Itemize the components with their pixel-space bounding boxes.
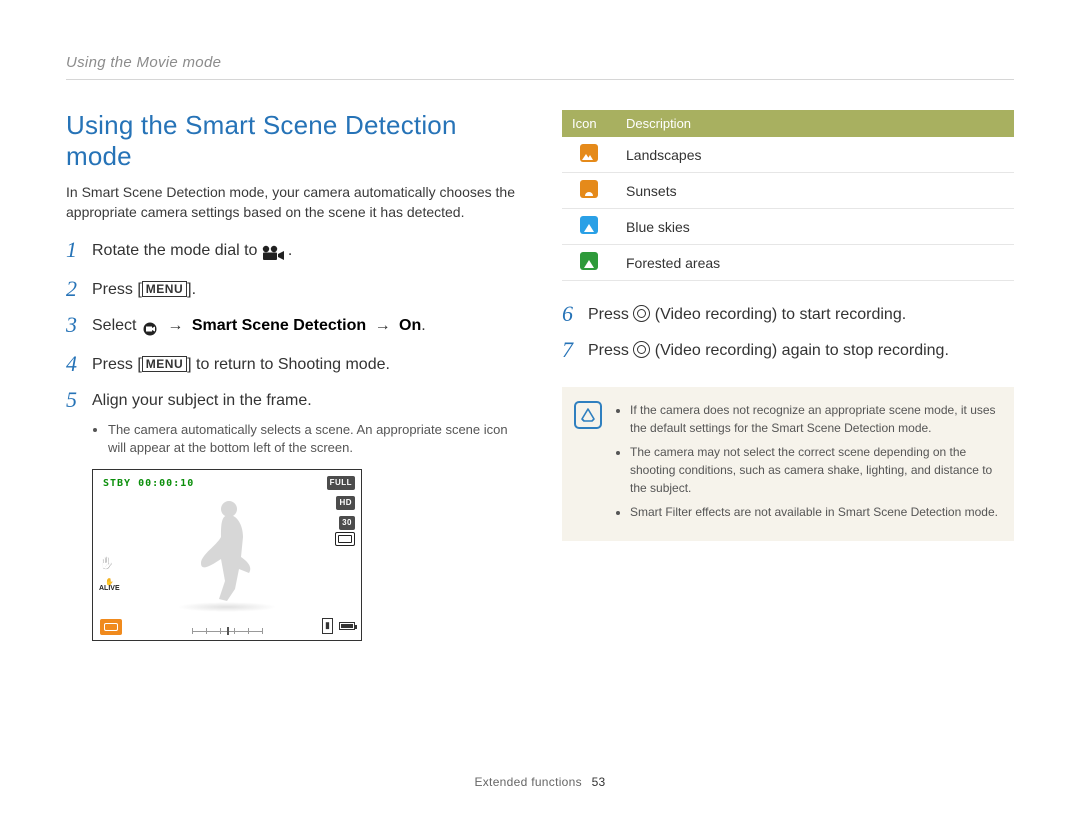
note-3: Smart Filter effects are not available i… [630,503,1000,521]
note-1: If the camera does not recognize an appr… [630,401,1000,437]
arrow-2: → [375,317,391,334]
scene-icon-table: Icon Description Landscapes Sunsets [562,110,1014,281]
preview-battery-icon [339,622,355,630]
table-desc: Sunsets [616,173,1014,209]
table-desc: Forested areas [616,245,1014,281]
record-button-icon [633,341,650,358]
step-2-text-a: Press [ [92,281,142,298]
left-column: Using the Smart Scene Detection mode In … [66,110,518,653]
menu-button-label-2: MENU [142,356,187,372]
table-row: Landscapes [562,137,1014,173]
step-1-text-a: Rotate the mode dial to [92,242,262,259]
steps-left: Rotate the mode dial to . Press [MENU]. … [66,239,518,641]
table-row: Sunsets [562,173,1014,209]
step-7-text-b: (Video recording) again to stop recordin… [650,342,949,359]
step-3-bold-ssd: Smart Scene Detection [192,317,366,334]
preview-exposure-bar [192,628,262,634]
note-icon [574,401,602,429]
arrow-1: → [167,317,183,334]
step-4: Press [MENU] to return to Shooting mode. [66,353,518,377]
movie-settings-icon [141,317,159,341]
step-5-text: Align your subject in the frame. [92,392,312,409]
preview-scene-icon [99,618,123,636]
movie-mode-icon [262,242,288,266]
footer-page-number: 53 [592,775,606,789]
step-5: Align your subject in the frame. The cam… [66,389,518,641]
forest-icon [580,252,598,270]
table-header-desc: Description [616,110,1014,137]
preview-stabilizer-icon [99,554,120,572]
table-desc: Blue skies [616,209,1014,245]
note-2: The camera may not select the correct sc… [630,443,1000,497]
step-4-text-a: Press [ [92,356,142,373]
note-box: If the camera does not recognize an appr… [562,387,1014,541]
page-title: Using the Smart Scene Detection mode [66,110,518,172]
step-7-text-a: Press [588,342,633,359]
sunset-icon [580,180,598,198]
step-6-text-b: (Video recording) to start recording. [650,306,906,323]
table-desc: Landscapes [616,137,1014,173]
preview-right-icons: FULL HD 30 [327,476,355,530]
landscape-icon [580,144,598,162]
preview-alive-icon: ✋ALIVE [99,580,120,591]
preview-card-icon: ▮ [322,618,333,634]
footer-section: Extended functions [474,775,581,789]
preview-subject-silhouette [187,497,267,607]
step-2-text-b: ]. [187,281,196,298]
preview-fps-icon: 30 [339,516,355,530]
camera-preview: STBY 00:00:10 FULL HD 30 ✋ALIVE [92,469,362,641]
step-2: Press [MENU]. [66,278,518,302]
preview-focus-frame-icon [335,532,355,546]
step-7: Press (Video recording) again to stop re… [562,339,1014,363]
intro-paragraph: In Smart Scene Detection mode, your came… [66,182,518,223]
preview-full-icon: FULL [327,476,355,490]
step-6: Press (Video recording) to start recordi… [562,303,1014,327]
preview-hd-icon: HD [336,496,355,510]
breadcrumb: Using the Movie mode [66,54,1014,80]
table-row: Forested areas [562,245,1014,281]
preview-shadow [177,602,277,612]
menu-button-label: MENU [142,281,187,297]
page-footer: Extended functions 53 [0,775,1080,789]
table-row: Blue skies [562,209,1014,245]
step-3-end: . [421,317,425,334]
step-1: Rotate the mode dial to . [66,239,518,266]
step-1-text-b: . [288,242,292,259]
table-header-icon: Icon [562,110,616,137]
steps-right: Press (Video recording) to start recordi… [562,303,1014,363]
right-column: Icon Description Landscapes Sunsets [562,110,1014,653]
step-6-text-a: Press [588,306,633,323]
step-3-bold-on: On [399,317,421,334]
step-3: Select → Smart Scene Detection → On. [66,314,518,341]
step-3-text-a: Select [92,317,141,334]
step-4-text-b: ] to return to Shooting mode. [187,356,390,373]
blue-sky-icon [580,216,598,234]
record-button-icon [633,305,650,322]
preview-stby-label: STBY 00:00:10 [103,476,194,491]
step-5-sub: The camera automatically selects a scene… [108,421,518,457]
